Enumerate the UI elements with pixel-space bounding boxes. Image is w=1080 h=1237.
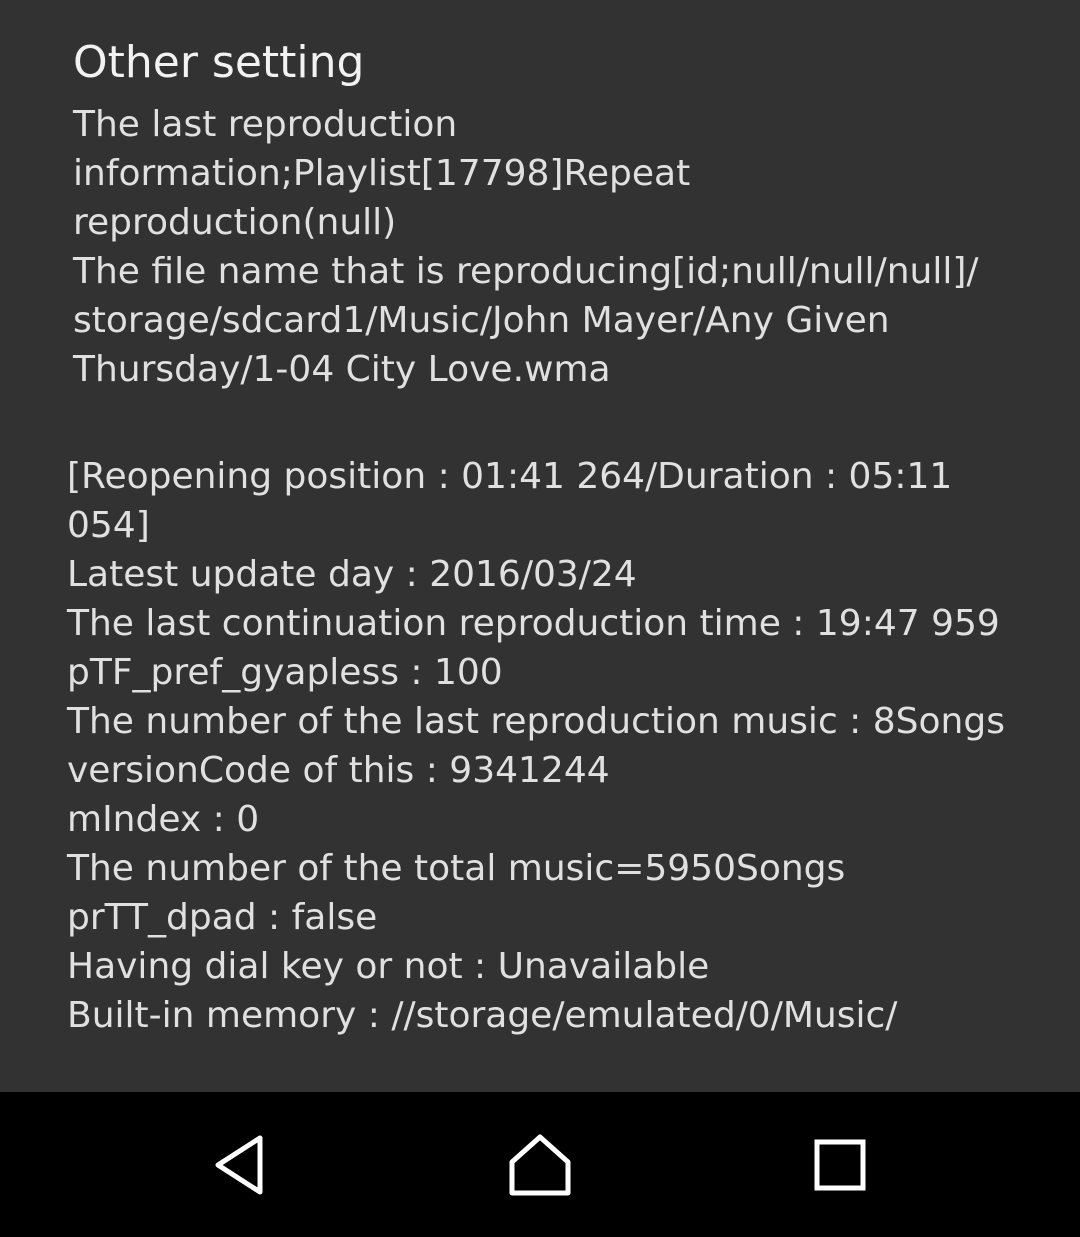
stats-line: The number of the total music=5950Songs: [67, 848, 846, 889]
recents-button[interactable]: [795, 1120, 885, 1210]
stats-line: Having dial key or not : Unavailable: [67, 946, 710, 987]
stats-line: Latest update day : 2016/03/24: [67, 554, 637, 595]
navigation-bar: [0, 1092, 1080, 1237]
stats-line: 054]: [67, 505, 150, 546]
back-triangle-icon: [215, 1135, 263, 1195]
back-button[interactable]: [195, 1120, 285, 1210]
info-line: reproduction(null): [73, 202, 397, 243]
stats-line: Built-in memory : //storage/emulated/0/M…: [67, 995, 898, 1036]
stats-line: mIndex : 0: [67, 799, 260, 840]
dialog-title: Other setting: [73, 37, 365, 88]
stats-line: pTF_pref_gyapless : 100: [67, 652, 503, 693]
recents-square-icon: [814, 1139, 866, 1191]
stats-line: The number of the last reproduction musi…: [67, 701, 1005, 742]
playback-stats: [Reopening position : 01:41 264/Duration…: [67, 452, 1057, 1040]
stats-line: The last continuation reproduction time …: [67, 603, 1000, 644]
reproduction-info: The last reproduction information;Playli…: [73, 100, 1033, 394]
info-line: storage/sdcard1/Music/John Mayer/Any Giv…: [73, 300, 890, 341]
info-line: The last reproduction: [73, 104, 458, 145]
stats-line: [Reopening position : 01:41 264/Duration…: [67, 456, 953, 497]
stats-line: prTT_dpad : false: [67, 897, 378, 938]
info-line: The file name that is reproducing[id;nul…: [73, 251, 979, 292]
other-setting-dialog: Other setting The last reproduction info…: [0, 0, 1080, 1092]
home-button[interactable]: [495, 1120, 585, 1210]
info-line: information;Playlist[17798]Repeat: [73, 153, 691, 194]
info-line: Thursday/1-04 City Love.wma: [73, 349, 611, 390]
home-icon: [509, 1134, 571, 1196]
stats-line: versionCode of this : 9341244: [67, 750, 610, 791]
